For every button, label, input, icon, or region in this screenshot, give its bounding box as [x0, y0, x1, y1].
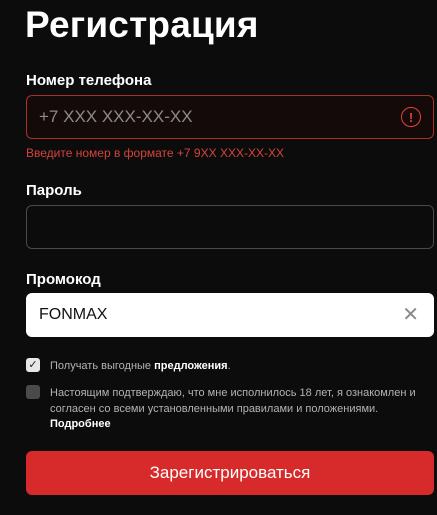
password-field[interactable] — [26, 205, 434, 249]
promo-field[interactable]: ✕ — [26, 293, 434, 337]
promo-input[interactable] — [39, 294, 403, 336]
close-icon[interactable]: ✕ — [402, 305, 421, 325]
password-input[interactable] — [39, 206, 421, 248]
terms-checkbox-text: Настоящим подтверждаю, что мне исполнило… — [50, 387, 416, 415]
offers-checkbox-row[interactable]: ✓ Получать выгодные предложения. — [26, 358, 435, 374]
phone-label: Номер телефона — [26, 72, 152, 89]
register-button[interactable]: Зарегистрироваться — [26, 451, 434, 495]
phone-input[interactable] — [39, 96, 401, 138]
page-title: Регистрация — [25, 4, 259, 45]
password-label: Пароль — [26, 182, 82, 199]
phone-field[interactable]: ! — [26, 95, 434, 139]
promo-label: Промокод — [26, 271, 101, 288]
alert-circle-icon: ! — [401, 107, 421, 127]
offers-checkbox[interactable]: ✓ — [26, 358, 40, 372]
terms-checkbox[interactable] — [26, 385, 40, 399]
registration-form: Регистрация Номер телефона ! Введите ном… — [0, 0, 437, 515]
offers-link[interactable]: предложения — [154, 360, 227, 372]
terms-checkbox-row[interactable]: Настоящим подтверждаю, что мне исполнило… — [26, 385, 435, 417]
offers-checkbox-text: Получать выгодные предложения. — [50, 360, 231, 372]
phone-error-message: Введите номер в формате +7 9XX XXX-XX-XX — [26, 146, 284, 160]
terms-more-link[interactable]: Подробнее — [50, 418, 111, 430]
